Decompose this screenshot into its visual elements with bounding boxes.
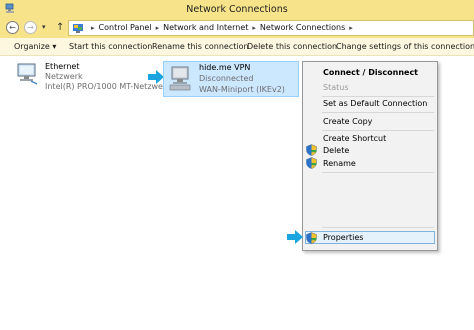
menu-item-delete[interactable]: Delete (323, 146, 349, 155)
address-bar: ← → ▾ ↑ ▸ Control Panel ▸ Network and Inter… (0, 18, 474, 38)
chevron-right-icon[interactable]: ▸ (252, 24, 256, 32)
breadcrumb: ▸ Control Panel ▸ Network and Internet ▸ Netw… (87, 23, 357, 32)
pointer-arrow-icon (148, 70, 164, 84)
vpn-adapter-icon (169, 66, 191, 91)
vpn-name: hide.me VPN (199, 63, 251, 72)
menu-item-rename[interactable]: Rename (323, 159, 356, 168)
address-box[interactable]: ▸ Control Panel ▸ Network and Internet ▸ Netw… (68, 20, 474, 36)
menu-separator (322, 227, 434, 228)
rename-connection-button[interactable]: Rename this connection (152, 42, 249, 51)
breadcrumb-control-panel[interactable]: Control Panel (99, 23, 152, 32)
breadcrumb-network-and-internet[interactable]: Network and Internet (163, 23, 248, 32)
connections-list: Ethernet Netzwerk Intel(R) PRO/1000 MT-N… (0, 56, 474, 330)
control-panel-icon (73, 24, 83, 33)
recent-pages-chevron-icon[interactable]: ▾ (42, 23, 46, 31)
organize-label: Organize (14, 42, 50, 51)
up-arrow-icon[interactable]: ↑ (56, 22, 64, 33)
change-settings-button[interactable]: Change settings of this connection (336, 42, 474, 51)
vpn-status: Disconnected (199, 74, 254, 83)
menu-separator (322, 96, 434, 97)
command-bar: Organize ▾ Start this connection Rename … (0, 38, 474, 56)
menu-separator (322, 172, 434, 173)
uac-shield-icon (306, 232, 317, 244)
delete-connection-button[interactable]: Delete this connection (247, 42, 337, 51)
list-item-vpn[interactable]: hide.me VPN Disconnected WAN-Miniport (I… (163, 61, 299, 97)
menu-separator (322, 130, 434, 131)
menu-item-set-default[interactable]: Set as Default Connection (323, 99, 427, 108)
menu-item-create-copy[interactable]: Create Copy (323, 117, 372, 126)
menu-item-create-shortcut[interactable]: Create Shortcut (323, 134, 386, 143)
context-menu: Connect / Disconnect Status Set as Defau… (302, 61, 438, 251)
menu-item-connect-disconnect[interactable]: Connect / Disconnect (323, 68, 418, 77)
menu-item-status[interactable]: Status (323, 83, 349, 92)
title-bar: Network Connections (0, 0, 474, 18)
organize-button[interactable]: Organize ▾ (14, 42, 56, 51)
ethernet-name: Ethernet (45, 62, 80, 71)
list-item-ethernet[interactable]: Ethernet Netzwerk Intel(R) PRO/1000 MT-N… (15, 62, 183, 98)
pointer-arrow-icon (287, 230, 303, 244)
ethernet-status: Netzwerk (45, 72, 83, 81)
back-arrow-icon[interactable]: ← (6, 21, 19, 34)
chevron-down-icon: ▾ (52, 42, 57, 51)
chevron-right-icon[interactable]: ▸ (156, 24, 160, 32)
forward-arrow-icon[interactable]: → (24, 21, 37, 34)
vpn-device: WAN-Miniport (IKEv2) (199, 85, 285, 94)
start-connection-button[interactable]: Start this connection (69, 42, 152, 51)
ethernet-adapter-icon (17, 63, 38, 85)
breadcrumb-network-connections[interactable]: Network Connections (260, 23, 345, 32)
uac-shield-icon (306, 157, 317, 169)
window-title: Network Connections (186, 4, 288, 15)
uac-shield-icon (306, 144, 317, 156)
menu-separator (322, 112, 434, 113)
chevron-right-icon: ▸ (91, 24, 95, 32)
menu-item-properties[interactable]: Properties (323, 233, 363, 242)
chevron-right-icon[interactable]: ▸ (349, 24, 353, 32)
